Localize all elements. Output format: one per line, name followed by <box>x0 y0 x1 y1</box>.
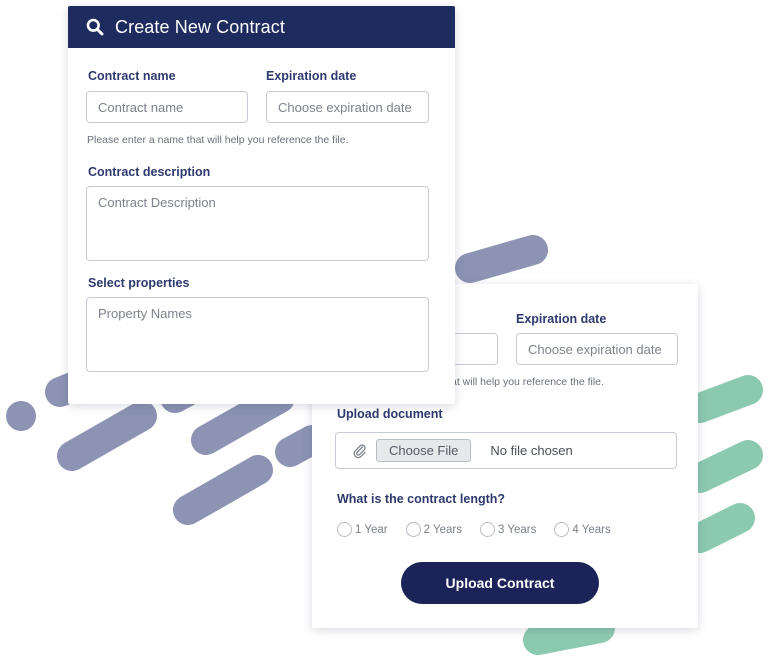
name-hint-partial: at will help you reference the file. <box>451 376 604 388</box>
paperclip-icon <box>352 443 368 459</box>
contract-description-label: Contract description <box>88 165 211 179</box>
decor-stripe <box>455 235 548 283</box>
radio-circle[interactable] <box>480 522 495 537</box>
no-file-chosen-text: No file chosen <box>490 443 573 458</box>
radio-1-year[interactable]: 1 Year <box>337 522 388 537</box>
expiration-date-label: Expiration date <box>266 69 357 83</box>
radio-circle[interactable] <box>554 522 570 537</box>
radio-2-years[interactable]: 2 Years <box>405 522 462 537</box>
expiration-date-field[interactable] <box>266 91 429 123</box>
contract-name-label: Contract name <box>88 69 176 83</box>
radio-label: 4 Years <box>572 523 611 536</box>
contract-length-options: 1 Year 2 Years 3 Years 4 Years <box>337 522 629 537</box>
radio-4-years[interactable]: 4 Years <box>554 522 611 537</box>
decor-stripe-green <box>685 503 755 553</box>
upload-document-label: Upload document <box>337 407 443 421</box>
form-title: Create New Contract <box>115 16 285 37</box>
property-names-field[interactable] <box>86 297 429 372</box>
create-contract-form: Create New Contract Contract name Expira… <box>68 6 455 404</box>
upload-contract-button[interactable]: Upload Contract <box>401 562 599 604</box>
contract-name-hint: Please enter a name that will help you r… <box>87 134 349 146</box>
decor-stripe-green <box>685 375 763 423</box>
contract-description-field[interactable] <box>86 186 429 261</box>
decor-stripe-green <box>685 440 763 493</box>
expiration-date-label: Expiration date <box>516 312 607 326</box>
file-upload-input[interactable]: Choose File No file chosen <box>335 432 677 469</box>
decor-stripe <box>191 383 295 455</box>
radio-circle[interactable] <box>337 522 352 537</box>
choose-file-button[interactable]: Choose File <box>376 439 472 462</box>
decor-stripe <box>57 401 157 471</box>
radio-circle[interactable] <box>405 522 421 537</box>
decor-stripe <box>173 455 273 525</box>
decor-dot <box>6 401 36 431</box>
radio-3-years[interactable]: 3 Years <box>480 522 536 537</box>
radio-label: 2 Years <box>423 523 462 536</box>
select-properties-label: Select properties <box>88 276 190 290</box>
expiration-date-field[interactable] <box>516 333 678 365</box>
contract-name-field[interactable] <box>86 91 248 123</box>
contract-length-question: What is the contract length? <box>337 492 506 506</box>
radio-label: 3 Years <box>498 523 537 536</box>
decor-stripe <box>275 425 327 467</box>
form-header: Create New Contract <box>68 6 455 48</box>
search-icon <box>86 17 106 37</box>
decor-stripe-green <box>523 613 615 655</box>
radio-label: 1 Year <box>355 523 388 536</box>
